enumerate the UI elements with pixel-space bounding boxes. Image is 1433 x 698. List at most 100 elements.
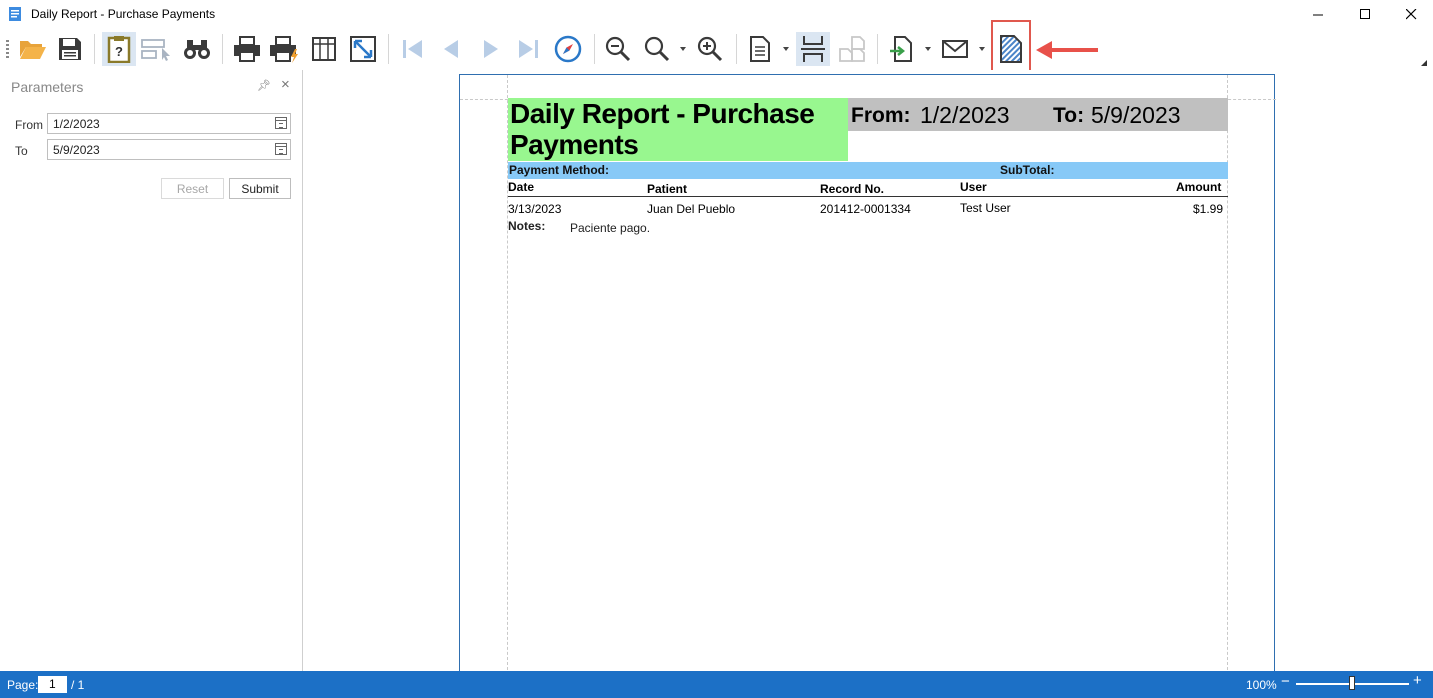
zoom-out-slider-button[interactable]: −	[1281, 673, 1290, 690]
next-page-button[interactable]	[474, 32, 508, 66]
email-button[interactable]	[938, 32, 972, 66]
parameters-title: Parameters	[11, 79, 84, 95]
zoom-icon	[644, 36, 670, 62]
toolbar: ?	[0, 28, 1433, 70]
save-button[interactable]	[53, 32, 87, 66]
zoom-in-icon	[697, 36, 723, 62]
to-date-value: 5/9/2023	[53, 143, 100, 157]
previous-page-button[interactable]	[434, 32, 468, 66]
report-to-value: 5/9/2023	[1091, 102, 1181, 128]
toolbar-grip[interactable]	[6, 40, 9, 58]
continuous-icon	[801, 36, 825, 62]
quick-print-icon	[270, 36, 298, 63]
export-dropdown-arrow[interactable]	[925, 47, 931, 51]
notes-value: Paciente pago.	[570, 221, 651, 235]
annotation-highlight	[991, 20, 1031, 74]
row-record: 201412-0001334	[820, 202, 911, 216]
maximize-button[interactable]	[1342, 0, 1388, 28]
export-icon	[890, 36, 912, 62]
to-label: To	[15, 144, 28, 158]
fit-page-icon	[350, 36, 376, 62]
quick-print-button[interactable]	[268, 32, 302, 66]
column-header-user: User	[960, 180, 987, 194]
title-bar: Daily Report - Purchase Payments	[0, 0, 1433, 28]
page-setup-button[interactable]	[307, 32, 341, 66]
close-icon	[1405, 8, 1416, 19]
report-title-cell: Daily Report - Purchase Payments	[508, 98, 848, 161]
find-icon	[184, 40, 210, 59]
save-icon	[59, 38, 81, 60]
maximize-icon	[1359, 8, 1370, 19]
last-page-button[interactable]	[512, 32, 546, 66]
svg-text:?: ?	[115, 44, 123, 59]
toolbar-separator	[94, 34, 95, 64]
window-title: Daily Report - Purchase Payments	[31, 7, 216, 21]
row-amount: $1.99	[1193, 202, 1224, 216]
view-dropdown-arrow[interactable]	[783, 47, 789, 51]
report-date-range: From: 1/2/2023 To: 5/9/2023	[848, 98, 1228, 131]
next-page-icon	[484, 40, 498, 58]
toolbar-overflow-icon[interactable]	[1421, 60, 1427, 66]
row-patient: Juan Del Pueblo	[647, 202, 736, 216]
continuous-button[interactable]	[796, 32, 830, 66]
toolbar-separator	[594, 34, 595, 64]
status-bar: Page: 1 / 1 100% − +	[0, 671, 1433, 698]
zoom-in-slider-button[interactable]: +	[1413, 672, 1422, 689]
multi-page-button[interactable]	[835, 32, 869, 66]
zoom-slider-thumb[interactable]	[1349, 676, 1355, 690]
annotation-arrow-icon	[1036, 41, 1098, 59]
email-icon	[942, 40, 968, 58]
export-button[interactable]	[885, 32, 919, 66]
page-number-input[interactable]: 1	[38, 676, 67, 693]
zoom-dropdown-arrow[interactable]	[680, 47, 686, 51]
reset-button[interactable]: Reset	[161, 178, 224, 199]
panel-close-icon[interactable]: ×	[281, 76, 290, 93]
last-page-icon	[519, 40, 538, 58]
submit-button[interactable]: Submit	[229, 178, 291, 199]
page-total: / 1	[71, 678, 85, 692]
column-header-record: Record No.	[820, 182, 885, 196]
page-label: Page:	[7, 678, 39, 692]
column-header-date: Date	[508, 180, 535, 194]
print-button[interactable]	[230, 32, 264, 66]
from-date-field[interactable]: 1/2/2023	[47, 113, 291, 134]
zoom-out-icon	[605, 36, 631, 62]
row-user: Test User	[960, 201, 1011, 215]
multi-page-icon	[839, 36, 865, 62]
calendar-icon[interactable]	[275, 143, 287, 155]
report-page: Daily Report - Purchase Payments From: 1…	[459, 74, 1276, 675]
find-button[interactable]	[180, 32, 214, 66]
minimize-button[interactable]	[1295, 0, 1341, 28]
column-header-amount: Amount	[1176, 180, 1222, 194]
app-icon	[9, 7, 21, 21]
report-from-label: From:	[851, 104, 911, 127]
navigate-button[interactable]	[551, 32, 585, 66]
parameters-button[interactable]: ?	[102, 32, 136, 66]
zoom-out-button[interactable]	[601, 32, 635, 66]
pin-icon[interactable]: 📌︎	[257, 79, 271, 92]
to-date-field[interactable]: 5/9/2023	[47, 139, 291, 160]
calendar-icon[interactable]	[275, 117, 287, 129]
first-page-button[interactable]	[395, 32, 429, 66]
previous-page-icon	[444, 40, 458, 58]
fit-page-button[interactable]	[346, 32, 380, 66]
email-dropdown-arrow[interactable]	[979, 47, 985, 51]
parameters-icon: ?	[107, 36, 131, 63]
view-button[interactable]	[743, 32, 777, 66]
toolbar-separator	[388, 34, 389, 64]
subtotal-label: SubTotal:	[1000, 163, 1055, 177]
open-button[interactable]	[16, 32, 50, 66]
document-viewer[interactable]: Daily Report - Purchase Payments From: 1…	[304, 70, 1433, 675]
toolbar-separator	[877, 34, 878, 64]
close-button[interactable]	[1388, 0, 1433, 28]
report-to-label: To:	[1053, 104, 1085, 127]
zoom-level: 100%	[1246, 678, 1277, 692]
zoom-button[interactable]	[640, 32, 674, 66]
notes-label: Notes:	[508, 219, 546, 233]
first-page-icon	[403, 40, 422, 58]
select-button[interactable]	[140, 32, 174, 66]
select-icon	[141, 39, 170, 61]
toolbar-separator	[736, 34, 737, 64]
zoom-in-button[interactable]	[693, 32, 727, 66]
open-icon	[20, 41, 46, 59]
